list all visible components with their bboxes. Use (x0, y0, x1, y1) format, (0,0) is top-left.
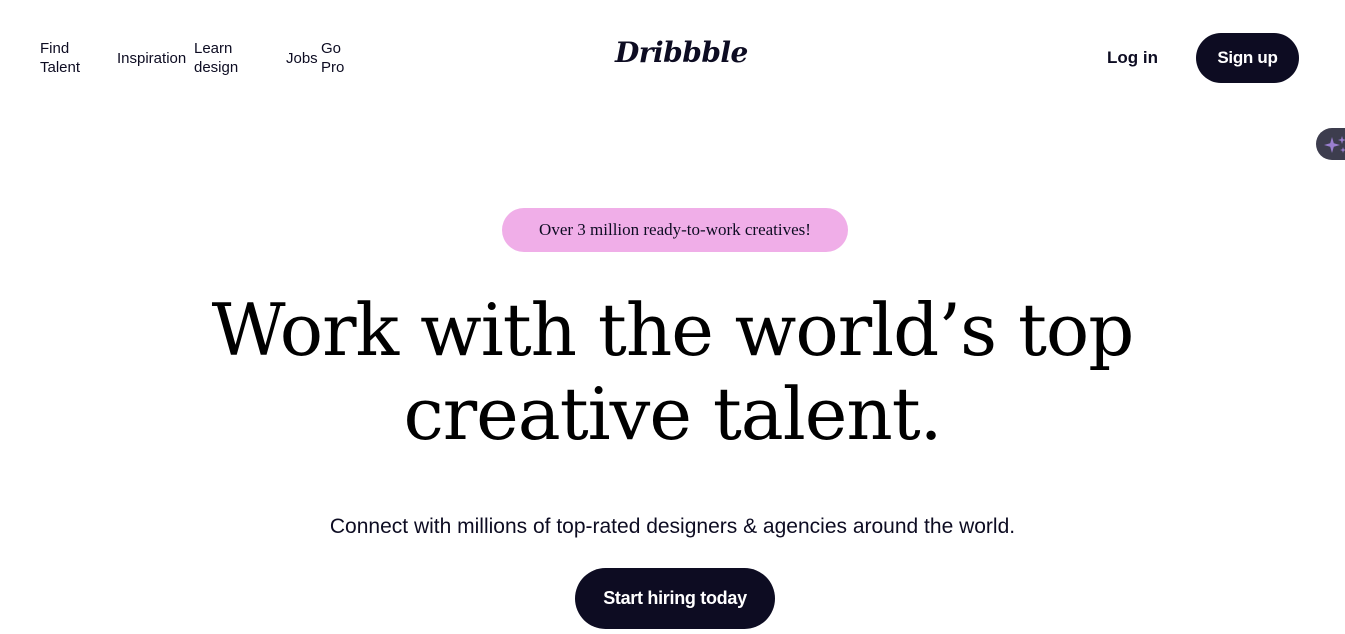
hero-headline-line-2: creative talent. (403, 372, 942, 456)
nav-link-inspiration[interactable]: Inspiration (117, 49, 186, 68)
creatives-count-badge: Over 3 million ready-to-work creatives! (502, 208, 848, 252)
start-hiring-button[interactable]: Start hiring today (575, 568, 775, 629)
hero-headline: Work with the world’s top creative talen… (0, 288, 1345, 456)
nav-link-jobs[interactable]: Jobs (286, 49, 318, 68)
login-link[interactable]: Log in (1107, 48, 1158, 68)
nav-link-find-talent[interactable]: Find Talent (40, 39, 100, 77)
ai-assistant-tab[interactable] (1316, 128, 1345, 160)
nav-link-go-pro[interactable]: Go Pro (321, 39, 351, 77)
sparkle-icon (1324, 136, 1345, 153)
signup-button[interactable]: Sign up (1196, 33, 1299, 83)
hero-subheadline: Connect with millions of top-rated desig… (329, 515, 1016, 538)
hero-headline-line-1: Work with the world’s top (211, 288, 1135, 372)
dribbble-logo[interactable]: Dribbble (615, 35, 748, 71)
page: Find Talent Inspiration Learn design Job… (0, 0, 1345, 634)
site-header: Find Talent Inspiration Learn design Job… (0, 0, 1345, 118)
nav-link-learn-design[interactable]: Learn design (194, 39, 254, 77)
